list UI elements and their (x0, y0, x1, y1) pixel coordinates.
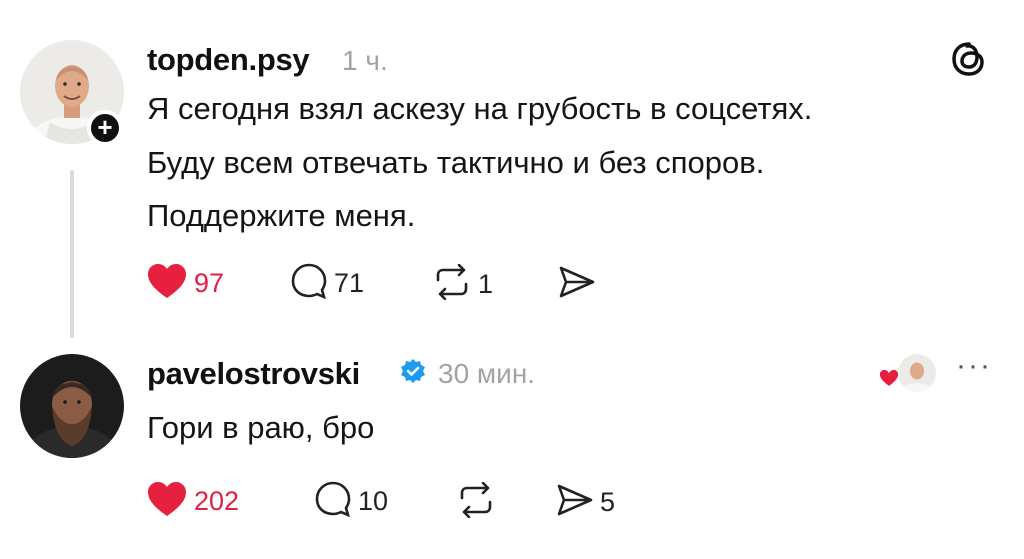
like-button[interactable]: 97 (146, 262, 224, 305)
like-button[interactable]: 202 (146, 480, 239, 523)
share-button[interactable]: 5 (556, 482, 615, 523)
post-time: 1 ч. (342, 45, 388, 76)
post-text-line: Я сегодня взял аскезу на грубость в соцс… (147, 91, 813, 126)
threads-icon[interactable] (950, 40, 988, 83)
repost-icon (456, 481, 496, 523)
comment-count: 71 (334, 268, 365, 298)
more-icon[interactable]: ··· (956, 351, 992, 381)
repost-icon (432, 263, 472, 305)
share-count: 5 (600, 487, 616, 517)
heart-icon (878, 368, 900, 393)
reply-text: Гори в раю, бро (147, 410, 375, 445)
repost-button[interactable]: 1 (432, 263, 494, 305)
comment-icon (314, 480, 352, 523)
avatar[interactable] (20, 354, 124, 458)
follow-plus-icon[interactable]: + (87, 110, 123, 146)
comment-button[interactable]: 10 (314, 480, 388, 523)
verified-badge-icon (400, 358, 426, 389)
post-text-line: Поддержите меня. (147, 198, 416, 233)
heart-icon (146, 480, 188, 523)
comment-button[interactable]: 71 (290, 262, 364, 305)
liked-by-author-indicator (878, 352, 938, 394)
share-icon (556, 482, 594, 523)
post-username[interactable]: topden.psy (147, 42, 310, 78)
share-icon (558, 264, 596, 305)
repost-button[interactable] (456, 481, 502, 523)
like-count: 202 (194, 486, 240, 516)
like-count: 97 (194, 268, 225, 298)
thread-connector-line (70, 170, 74, 338)
comment-icon (290, 262, 328, 305)
avatar (896, 352, 938, 394)
heart-icon (146, 262, 188, 305)
share-button[interactable] (558, 264, 602, 305)
post-text-line: Буду всем отвечать тактично и без споров… (147, 145, 765, 180)
reply-time: 30 мин. (438, 358, 536, 389)
repost-count: 1 (478, 269, 494, 299)
reply-username[interactable]: pavelostrovski (147, 356, 360, 392)
comment-count: 10 (358, 486, 389, 516)
